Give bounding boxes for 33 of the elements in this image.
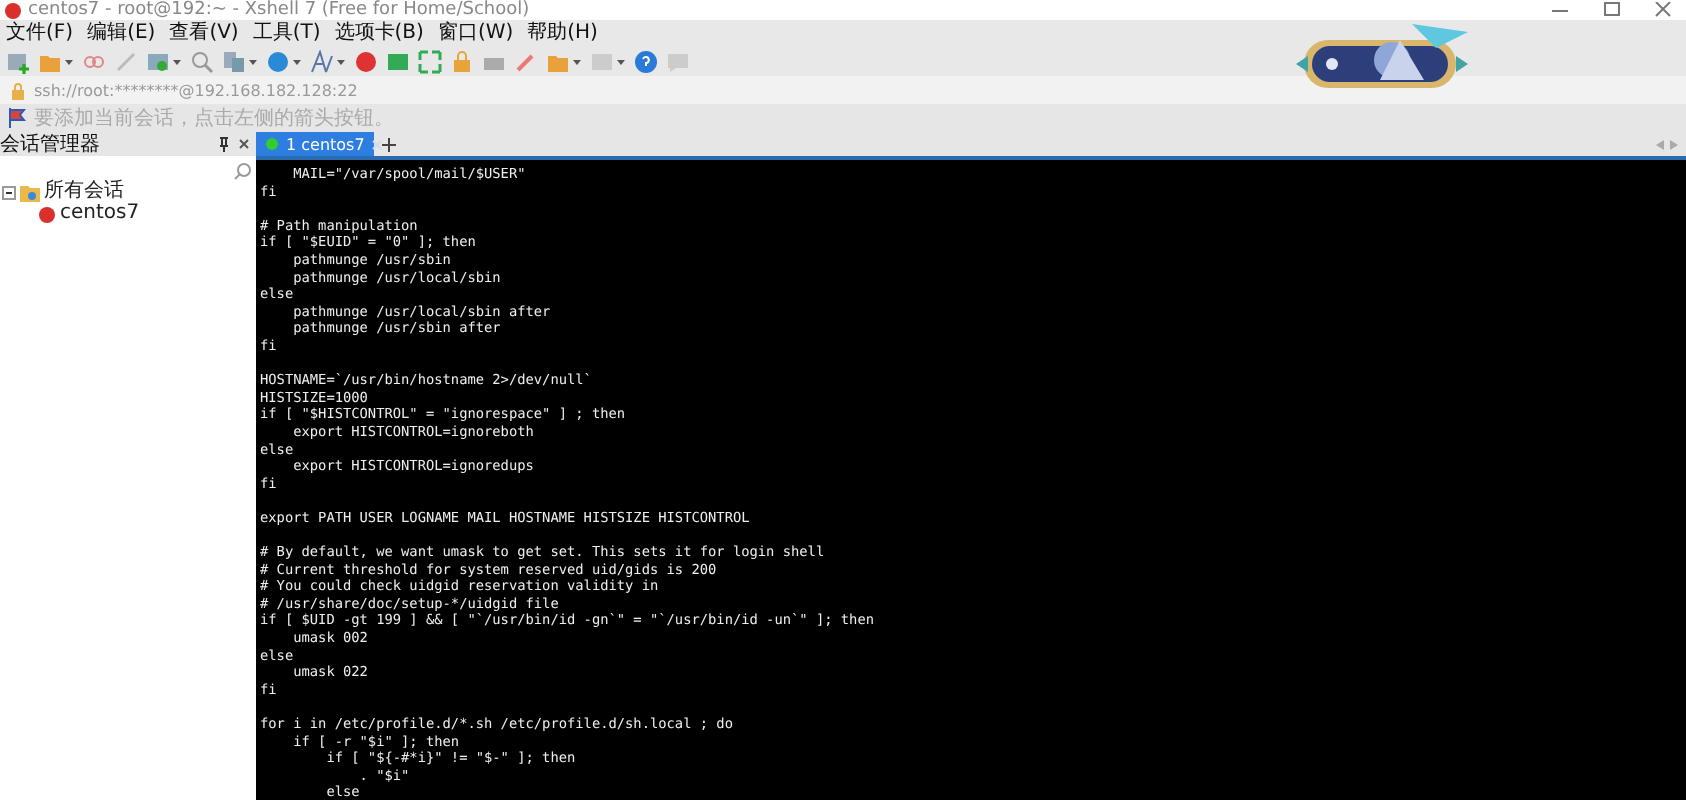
menu-item[interactable]: 选项卡(B)	[334, 21, 424, 45]
lock-icon[interactable]	[450, 49, 474, 73]
window-title: centos7 - root@192:~ - Xshell 7 (Free for Home/School)	[28, 0, 530, 20]
maximize-icon[interactable]	[1602, 1, 1622, 19]
folder-icon	[20, 183, 40, 201]
session-label[interactable]: centos7	[60, 204, 140, 224]
panel-title: 会话管理器	[0, 131, 102, 158]
app-logo-icon	[4, 1, 22, 19]
fullscreen-icon[interactable]	[418, 49, 442, 73]
menu-item[interactable]: 查看(V)	[169, 21, 239, 45]
help-icon[interactable]	[634, 49, 658, 73]
menu-item[interactable]: 工具(T)	[252, 21, 321, 45]
menu-item[interactable]: 文件(F)	[6, 21, 74, 45]
search-icon[interactable]	[190, 49, 214, 73]
close-icon[interactable]	[1654, 1, 1674, 19]
add-tab-icon[interactable]	[382, 137, 396, 151]
flag-icon	[8, 108, 26, 128]
session-icon	[38, 205, 56, 223]
font-icon[interactable]	[310, 49, 334, 73]
menu-item[interactable]: 帮助(H)	[527, 21, 598, 45]
hint-text: 要添加当前会话，点击左侧的箭头按钮。	[34, 105, 394, 132]
search-icon[interactable]	[234, 162, 252, 180]
collapse-icon[interactable]	[2, 185, 16, 199]
pin-icon[interactable]	[218, 136, 230, 152]
close-icon[interactable]	[238, 138, 250, 150]
scroll-left-icon[interactable]	[1656, 139, 1664, 149]
folder-label[interactable]: 所有会话	[44, 182, 124, 202]
scroll-right-icon[interactable]	[1670, 139, 1678, 149]
menu-item[interactable]: 编辑(E)	[87, 21, 156, 45]
menu-item[interactable]: 窗口(W)	[437, 21, 514, 45]
status-dot-icon	[266, 138, 278, 150]
lock-icon	[10, 81, 26, 99]
new-session-icon[interactable]	[6, 49, 30, 73]
